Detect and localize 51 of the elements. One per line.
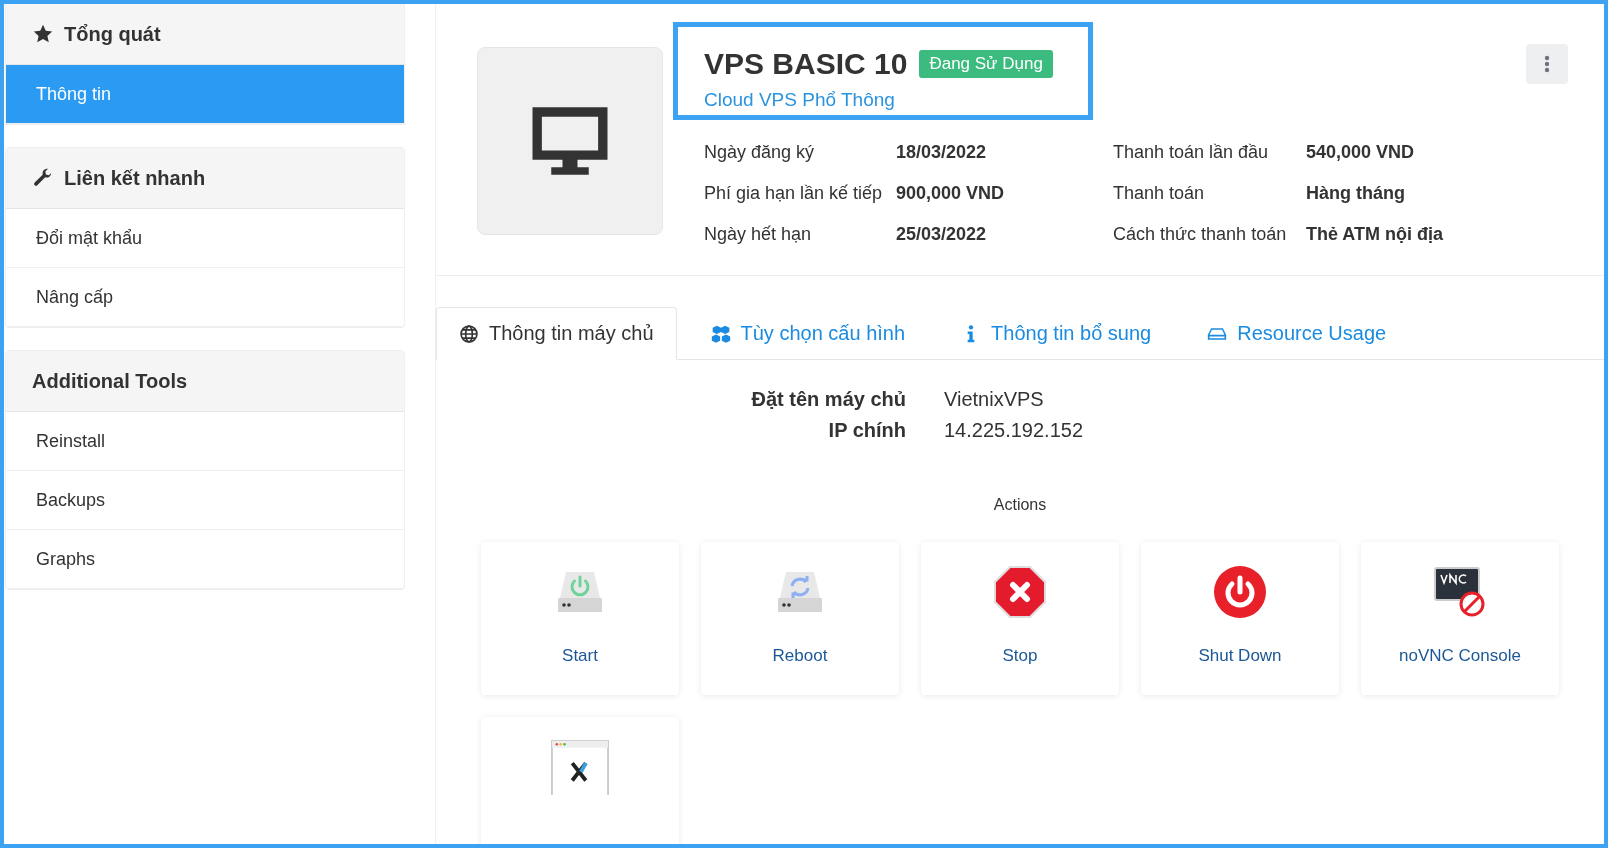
- detail-label: Thanh toán: [1113, 183, 1206, 204]
- detail-value: 540,000 VND: [1306, 142, 1416, 163]
- action-label: noVNC Console: [1399, 646, 1521, 666]
- sidebar-item[interactable]: Reinstall: [6, 412, 404, 471]
- info-value: 14.225.192.152: [944, 419, 1085, 442]
- action-label: Reboot: [772, 646, 828, 666]
- detail-label: Phí gia hạn lần kế tiếp: [704, 183, 884, 204]
- browser-window-icon: [551, 739, 609, 795]
- detail-label: Thanh toán lần đầu: [1113, 142, 1270, 163]
- product-title: VPS BASIC 10: [704, 47, 908, 81]
- info-label: IP chính: [827, 419, 906, 442]
- sidebar-item[interactable]: Backups: [6, 471, 404, 530]
- sidebar-item[interactable]: Graphs: [6, 530, 404, 589]
- sidebar-item[interactable]: Nâng cấp: [6, 268, 404, 327]
- detail-value: 900,000 VND: [896, 183, 1006, 204]
- tab[interactable]: Resource Usage: [1185, 307, 1409, 360]
- tab[interactable]: Tùy chọn cấu hình: [688, 307, 928, 360]
- detail-value: 25/03/2022: [896, 224, 988, 245]
- wrench-icon: [32, 167, 54, 189]
- panel-title: Tổng quát: [64, 22, 161, 46]
- detail-label: Cách thức thanh toán: [1113, 224, 1288, 245]
- star-icon: [32, 23, 54, 45]
- tab[interactable]: Thông tin bổ sung: [939, 307, 1174, 360]
- detail-label: Ngày đăng ký: [704, 142, 816, 163]
- detail-value: Hàng tháng: [1306, 183, 1406, 204]
- detail-value: Thẻ ATM nội địa: [1306, 224, 1443, 245]
- sidebar-item[interactable]: Đổi mật khẩu: [6, 209, 404, 268]
- status-badge: Đang Sử Dụng: [919, 50, 1053, 78]
- vertical-dots-icon: [1544, 55, 1550, 73]
- panel-title: Additional Tools: [32, 369, 188, 393]
- action-card[interactable]: Reboot: [701, 542, 899, 695]
- detail-label: Ngày hết hạn: [704, 224, 813, 245]
- detail-value: 18/03/2022: [896, 142, 988, 163]
- action-card[interactable]: Stop: [921, 542, 1119, 695]
- action-label: Stop: [1002, 646, 1038, 666]
- actions-heading: Actions: [992, 496, 1048, 514]
- stop-sign-icon: [991, 564, 1049, 620]
- more-options-button[interactable]: [1526, 44, 1568, 84]
- info-label: Đặt tên máy chủ: [750, 388, 906, 411]
- globe-icon: [459, 323, 479, 344]
- action-card[interactable]: Start: [481, 542, 679, 695]
- action-label: Start: [562, 646, 598, 666]
- action-card[interactable]: noVNC Console: [1361, 542, 1559, 695]
- info-value: VietnixVPS: [944, 388, 1045, 411]
- product-subtitle: Cloud VPS Phổ Thông: [704, 89, 896, 111]
- power-icon: [1211, 564, 1269, 620]
- cubes-icon: [710, 323, 731, 344]
- action-label: Shut Down: [1198, 646, 1282, 666]
- action-card[interactable]: Shut Down: [1141, 542, 1339, 695]
- tab[interactable]: Thông tin máy chủ: [436, 307, 677, 360]
- panel-title: Liên kết nhanh: [64, 166, 206, 190]
